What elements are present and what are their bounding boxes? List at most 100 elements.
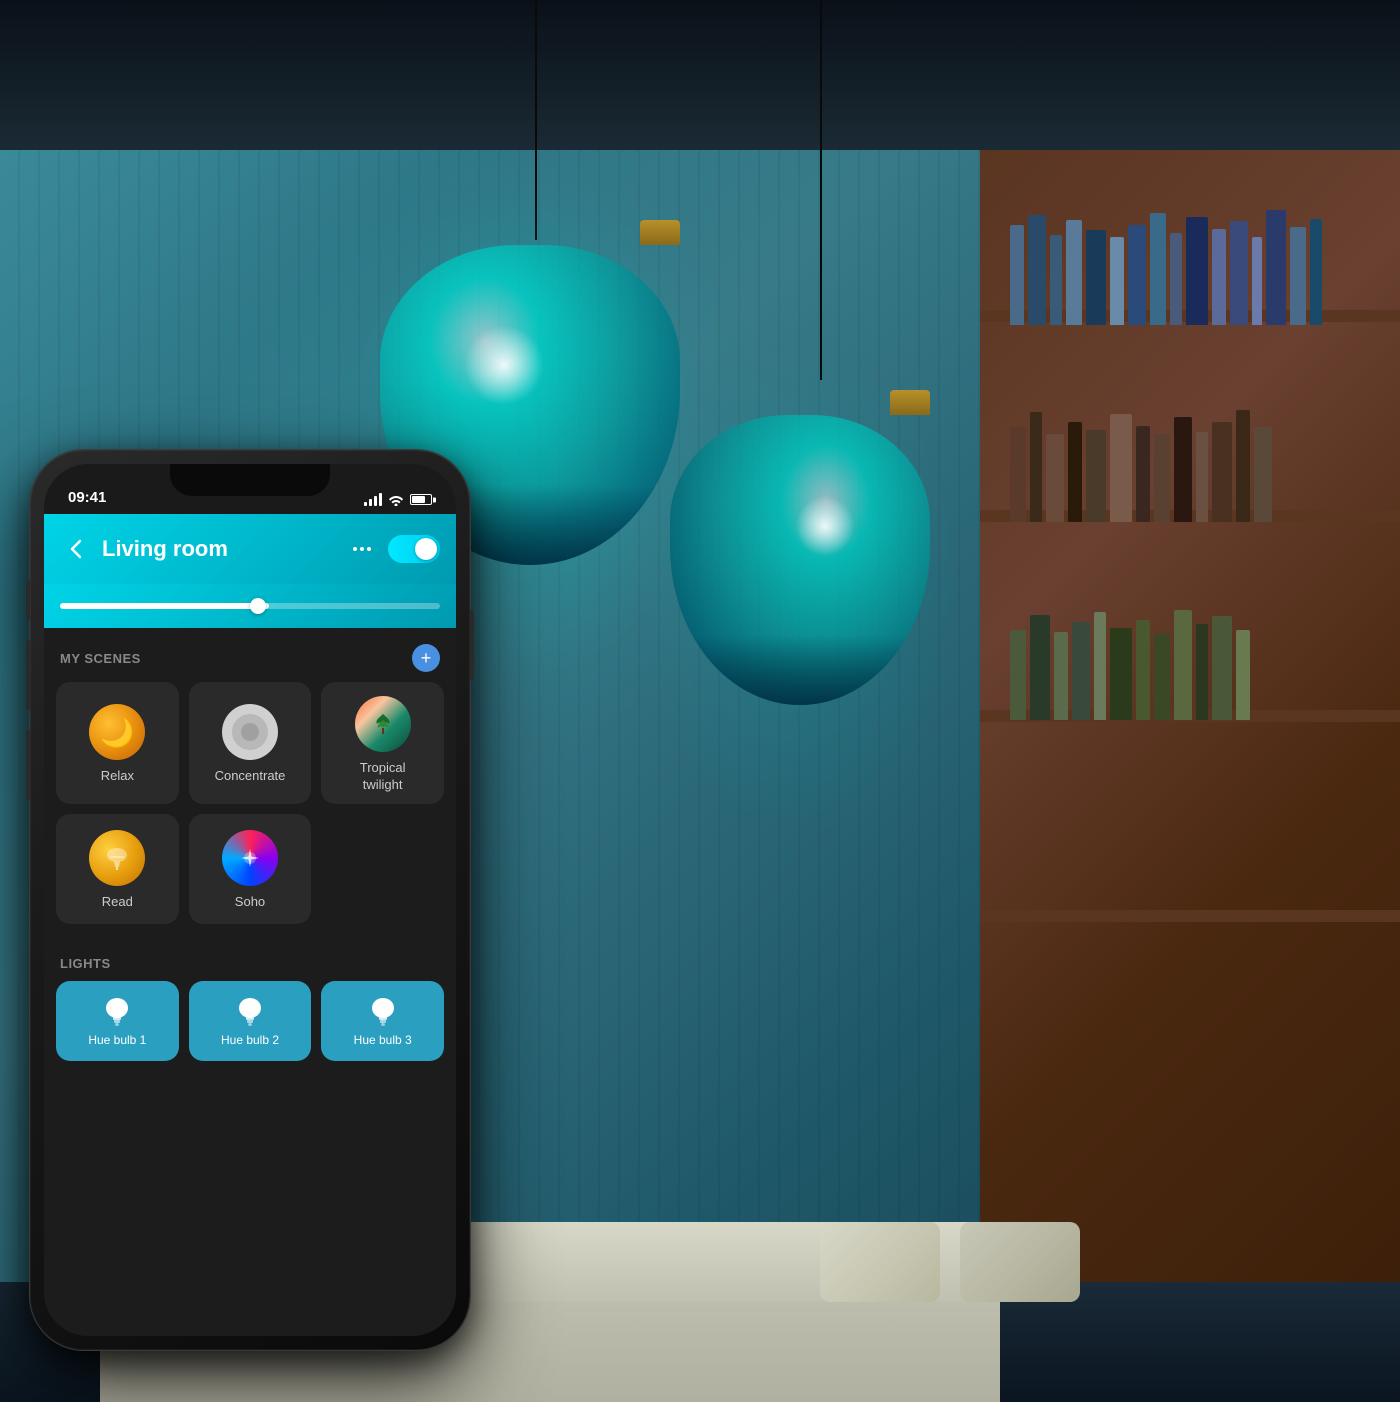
scenes-title: MY SCENES [60,651,141,666]
signal-bar-3 [374,496,377,506]
status-time: 09:41 [68,489,106,506]
bulb-icon-2 [237,995,263,1027]
book [1212,616,1232,720]
battery-icon [410,494,432,505]
more-dot-1 [353,547,357,551]
relax-icon: 🌙 [89,704,145,760]
toggle-knob [415,538,437,560]
book [1110,628,1132,720]
book [1030,615,1050,720]
light-label-2: Hue bulb 2 [221,1033,279,1047]
shelf-4 [980,910,1400,922]
scene-label-tropical-twilight: Tropicaltwilight [360,760,406,794]
scene-label-soho: Soho [235,894,265,911]
volume-up-button[interactable] [26,640,30,710]
book [1010,630,1026,720]
book [1010,427,1026,522]
book [1046,434,1064,522]
book [1254,427,1272,522]
book [1236,410,1250,522]
scene-card-tropical-twilight[interactable]: Tropicaltwilight [321,682,444,804]
volume-down-button[interactable] [26,730,30,800]
ceiling [0,0,1400,150]
book [1236,630,1250,720]
more-button[interactable] [346,533,378,565]
book [1136,426,1150,522]
scene-card-relax[interactable]: 🌙 Relax [56,682,179,804]
back-button[interactable] [60,533,92,565]
book [1086,430,1106,522]
book [1252,237,1262,325]
book [1030,412,1042,522]
book [1196,624,1208,720]
tropical-twilight-icon [355,696,411,752]
light-card-1[interactable]: Hue bulb 1 [56,981,179,1061]
book [1054,632,1068,720]
book [1174,610,1192,720]
soho-icon [222,830,278,886]
light-card-3[interactable]: Hue bulb 3 [321,981,444,1061]
status-icons [364,493,432,506]
lamp-cap-small [890,390,930,415]
soho-sparkle-icon [237,845,263,871]
power-button[interactable] [470,610,474,680]
scenes-grid: 🌙 Relax Concentrate [44,682,456,924]
lamp-cord-1 [535,0,537,240]
lamp-cap-large [640,220,680,245]
app-header: Living room [44,514,456,584]
book [1072,622,1090,720]
notch [170,464,330,496]
phone-shell: 09:41 [30,450,470,1350]
silent-button[interactable] [26,580,30,620]
book [1110,414,1132,522]
phone-screen: 09:41 [44,464,456,1336]
add-scene-button[interactable]: + [412,644,440,672]
scene-card-soho[interactable]: Soho [189,814,312,924]
book [1186,217,1208,325]
book [1212,422,1232,522]
brightness-knob[interactable] [250,598,266,614]
more-dot-2 [360,547,364,551]
signal-bar-4 [379,493,382,506]
brightness-fill [60,603,269,609]
battery-fill [412,496,425,503]
scene-label-relax: Relax [101,768,134,785]
books-row-3 [990,610,1270,720]
book [1196,432,1208,522]
app-body: MY SCENES + 🌙 Relax Concentrate [44,628,456,1336]
wifi-icon [388,494,404,506]
room-title: Living room [102,536,336,562]
brightness-slider[interactable] [60,603,440,609]
book [1290,227,1306,325]
lights-section-header: LIGHTS [44,940,456,981]
scenes-section-header: MY SCENES + [44,628,456,682]
book [1028,215,1046,325]
room-toggle[interactable] [388,535,440,563]
book [1212,229,1226,325]
read-icon [89,830,145,886]
pendant-lamp-small [670,390,930,705]
scene-card-read[interactable]: Read [56,814,179,924]
phone: 09:41 [30,450,470,1350]
book [1068,422,1082,522]
concentrate-icon [222,704,278,760]
book [1136,620,1150,720]
light-card-2[interactable]: Hue bulb 2 [189,981,312,1061]
book [1066,220,1082,325]
lights-title: LIGHTS [60,956,111,971]
book [1310,219,1322,325]
book [1110,237,1124,325]
scene-label-concentrate: Concentrate [215,768,286,785]
books-row-2 [990,410,1292,522]
signal-icon [364,493,382,506]
book [1266,210,1286,325]
book [1170,233,1182,325]
light-label-3: Hue bulb 3 [354,1033,412,1047]
back-arrow-icon [70,539,82,559]
signal-bar-1 [364,502,367,506]
lights-section: LIGHTS Hue bulb 1 [44,940,456,1061]
lamp-body-small [670,415,930,705]
sofa-pillow-2 [960,1222,1080,1302]
book [1150,213,1166,325]
scene-card-concentrate[interactable]: Concentrate [189,682,312,804]
